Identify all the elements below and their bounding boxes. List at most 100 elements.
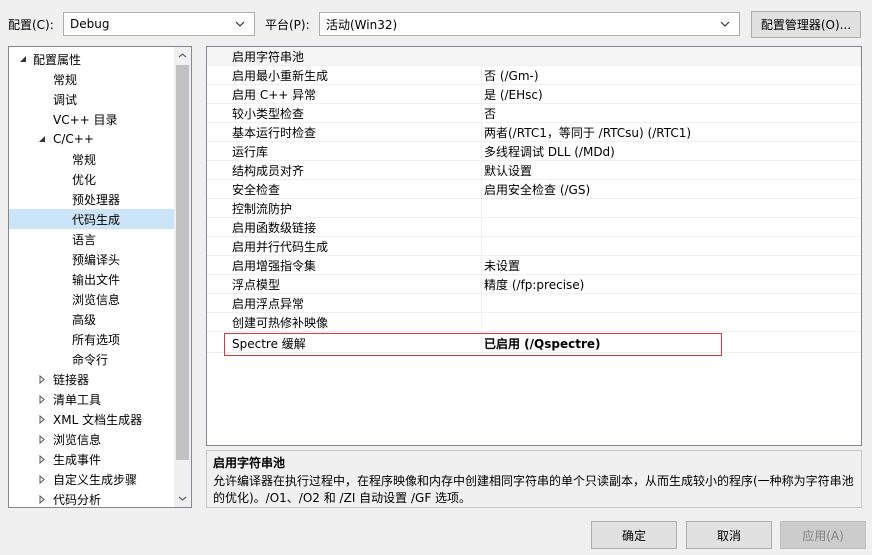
property-row[interactable]: 浮点模型 精度 (/fp:precise) xyxy=(207,275,861,294)
collapsed-arrow-icon[interactable] xyxy=(37,454,47,464)
tree-item[interactable]: XML 文档生成器 xyxy=(9,409,176,429)
tree-item-label: 输出文件 xyxy=(72,272,121,287)
spectre-highlight-box xyxy=(224,333,722,356)
tree-item-label: 所有选项 xyxy=(72,332,121,347)
tree-item[interactable]: 语言 xyxy=(9,229,176,249)
property-row[interactable]: 启用最小重新生成 否 (/Gm-) xyxy=(207,66,861,85)
collapsed-arrow-icon[interactable] xyxy=(37,414,47,424)
property-value[interactable]: 两者(/RTC1，等同于 /RTCsu) (/RTC1) xyxy=(484,124,691,141)
property-value[interactable]: 否 (/Gm-) xyxy=(484,67,539,84)
property-row[interactable]: 启用函数级链接 xyxy=(207,218,861,237)
property-name: 启用最小重新生成 xyxy=(232,68,329,83)
property-row[interactable]: 安全检查 启用安全检查 (/GS) xyxy=(207,180,861,199)
tree-item-label: 优化 xyxy=(72,172,97,187)
property-row[interactable]: 控制流防护 xyxy=(207,199,861,218)
property-row[interactable]: 运行库 多线程调试 DLL (/MDd) xyxy=(207,142,861,161)
collapsed-arrow-icon[interactable] xyxy=(37,394,47,404)
property-value[interactable]: 默认设置 xyxy=(484,162,532,179)
tree-item-label: 预处理器 xyxy=(72,192,121,207)
platform-dropdown[interactable]: 活动(Win32) xyxy=(319,12,740,36)
expanded-arrow-icon[interactable] xyxy=(18,54,28,64)
property-tree[interactable]: 配置属性 常规 调试 VC++ 目录 C/C++ 常规 优化 预处理器 代码生成 语言 预编译头 输出… xyxy=(8,46,192,508)
property-row[interactable]: 启用并行代码生成 xyxy=(207,237,861,256)
tree-item[interactable]: 优化 xyxy=(9,169,176,189)
property-name: 结构成员对齐 xyxy=(232,163,305,178)
description-body: 允许编译器在执行过程中，在程序映像和内存中创建相同字符串的单个只读副本，从而生成… xyxy=(213,474,854,505)
property-value[interactable]: 精度 (/fp:precise) xyxy=(484,276,584,293)
property-name: 启用并行代码生成 xyxy=(232,239,329,254)
property-name: 创建可热修补映像 xyxy=(232,315,329,330)
scroll-down-icon[interactable] xyxy=(174,490,191,507)
property-row[interactable]: 结构成员对齐 默认设置 xyxy=(207,161,861,180)
tree-item[interactable]: 代码分析 xyxy=(9,489,176,507)
chevron-down-icon xyxy=(232,16,248,32)
tree-item[interactable]: 浏览信息 xyxy=(9,429,176,449)
property-row[interactable]: 启用浮点异常 xyxy=(207,294,861,313)
tree-item[interactable]: 命令行 xyxy=(9,349,176,369)
tree-item-label: 生成事件 xyxy=(53,452,102,467)
tree-item[interactable]: C/C++ xyxy=(9,129,176,149)
ok-button[interactable]: 确定 xyxy=(591,521,677,549)
expanded-arrow-icon[interactable] xyxy=(37,134,47,144)
tree-item-label: 链接器 xyxy=(53,372,90,387)
tree-item[interactable]: 浏览信息 xyxy=(9,289,176,309)
tree-item[interactable]: 配置属性 xyxy=(9,49,176,69)
tree-item[interactable]: 调试 xyxy=(9,89,176,109)
property-value[interactable]: 未设置 xyxy=(484,257,520,274)
property-value[interactable]: 启用安全检查 (/GS) xyxy=(484,181,590,198)
config-dropdown[interactable]: Debug xyxy=(63,12,255,36)
tree-item[interactable]: 清单工具 xyxy=(9,389,176,409)
property-name: 启用增强指令集 xyxy=(232,258,317,273)
scroll-up-icon[interactable] xyxy=(174,47,191,64)
property-name: 较小类型检查 xyxy=(232,106,305,121)
tree-item[interactable]: 代码生成 xyxy=(9,209,176,229)
property-name: 启用字符串池 xyxy=(232,49,305,64)
tree-item-label: 高级 xyxy=(72,312,97,327)
tree-item-label: VC++ 目录 xyxy=(53,112,118,127)
property-row[interactable]: 较小类型检查 否 xyxy=(207,104,861,123)
property-name: 启用浮点异常 xyxy=(232,296,305,311)
tree-item-label: 代码分析 xyxy=(53,492,102,507)
property-row[interactable]: 启用 C++ 异常 是 (/EHsc) xyxy=(207,85,861,104)
collapsed-arrow-icon[interactable] xyxy=(37,494,47,504)
property-name: 浮点模型 xyxy=(232,277,281,292)
cancel-button[interactable]: 取消 xyxy=(686,521,772,549)
collapsed-arrow-icon[interactable] xyxy=(37,434,47,444)
property-value[interactable]: 否 xyxy=(484,105,496,122)
property-name: 基本运行时检查 xyxy=(232,125,317,140)
property-value[interactable]: 是 (/EHsc) xyxy=(484,86,543,103)
tree-item[interactable]: 生成事件 xyxy=(9,449,176,469)
tree-item[interactable]: 所有选项 xyxy=(9,329,176,349)
apply-button[interactable]: 应用(A) xyxy=(780,521,866,549)
property-name: 启用函数级链接 xyxy=(232,220,317,235)
tree-item[interactable]: 预处理器 xyxy=(9,189,176,209)
tree-scrollbar[interactable] xyxy=(174,47,191,507)
collapsed-arrow-icon[interactable] xyxy=(37,374,47,384)
tree-item-label: 常规 xyxy=(53,72,78,87)
property-row[interactable]: 创建可热修补映像 xyxy=(207,313,861,332)
tree-item[interactable]: VC++ 目录 xyxy=(9,109,176,129)
tree-item-label: 预编译头 xyxy=(72,252,121,267)
tree-item-label: 清单工具 xyxy=(53,392,102,407)
tree-item-label: 调试 xyxy=(53,92,78,107)
property-value[interactable]: 多线程调试 DLL (/MDd) xyxy=(484,143,615,160)
tree-item-label: 配置属性 xyxy=(33,52,82,67)
tree-item[interactable]: 链接器 xyxy=(9,369,176,389)
property-grid[interactable]: 启用字符串池启用最小重新生成 否 (/Gm-) 启用 C++ 异常 是 (/EHsc)… xyxy=(206,46,862,446)
tree-item[interactable]: 常规 xyxy=(9,149,176,169)
tree-item-label: XML 文档生成器 xyxy=(53,412,143,427)
tree-item-label: 代码生成 xyxy=(72,212,121,227)
tree-item[interactable]: 高级 xyxy=(9,309,176,329)
tree-item[interactable]: 常规 xyxy=(9,69,176,89)
tree-item[interactable]: 预编译头 xyxy=(9,249,176,269)
property-row[interactable]: 基本运行时检查 两者(/RTC1，等同于 /RTCsu) (/RTC1) xyxy=(207,123,861,142)
tree-item[interactable]: 自定义生成步骤 xyxy=(9,469,176,489)
tree-scroll-thumb[interactable] xyxy=(176,65,189,460)
property-row[interactable]: 启用增强指令集 未设置 xyxy=(207,256,861,275)
property-row[interactable]: 启用字符串池 xyxy=(207,47,861,66)
chevron-down-icon xyxy=(717,16,733,32)
description-title: 启用字符串池 xyxy=(213,456,286,470)
collapsed-arrow-icon[interactable] xyxy=(37,474,47,484)
config-manager-button[interactable]: 配置管理器(O)... xyxy=(751,11,861,38)
tree-item[interactable]: 输出文件 xyxy=(9,269,176,289)
